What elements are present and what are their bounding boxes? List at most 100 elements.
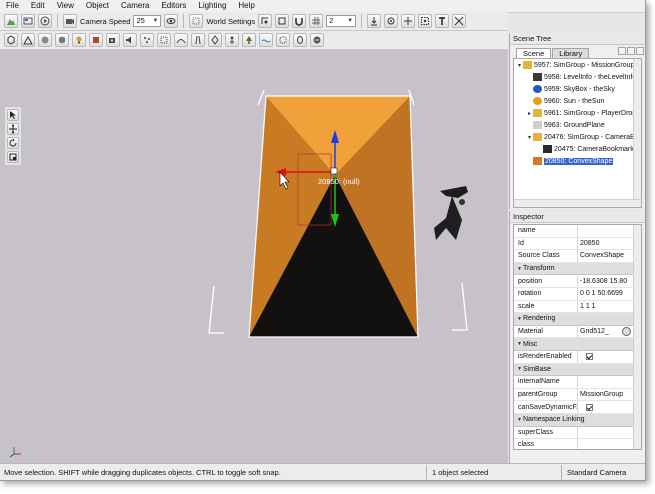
create-light-button[interactable] <box>72 33 86 47</box>
scene-tree-vertical-scrollbar[interactable] <box>633 59 641 207</box>
lock-icon[interactable] <box>627 47 635 55</box>
scene-tree-item[interactable]: 5960: Sun - theSun <box>514 95 641 107</box>
select-tool-button[interactable] <box>7 109 19 121</box>
object-center-button[interactable] <box>384 14 399 28</box>
collapse-icon[interactable]: ▼ <box>516 341 523 347</box>
snap-magnet-button[interactable] <box>292 14 307 28</box>
material-picker-icon[interactable] <box>622 327 631 337</box>
create-water-button[interactable] <box>259 33 273 47</box>
create-box-button[interactable] <box>4 33 18 47</box>
create-sound-button[interactable] <box>123 33 137 47</box>
inspector-section-header[interactable]: ▼ Transform <box>514 262 641 276</box>
inspector-section-header[interactable]: ▼ Rendering <box>514 313 641 326</box>
world-settings-button[interactable] <box>189 14 204 28</box>
scene-viewport[interactable]: 20850: (null) <box>0 50 508 463</box>
grid-snap-button[interactable] <box>309 14 324 28</box>
collapse-icon[interactable]: ▼ <box>516 366 523 372</box>
viewport-canvas[interactable] <box>0 50 508 463</box>
text-labels-button[interactable] <box>435 14 450 28</box>
create-camera-button[interactable] <box>106 33 120 47</box>
property-value[interactable]: 1 1 1 <box>578 301 641 313</box>
menu-camera[interactable]: Camera <box>115 0 155 12</box>
create-waypoint-button[interactable] <box>208 33 222 47</box>
inspector-vertical-scrollbar[interactable] <box>633 225 641 449</box>
property-checkbox[interactable] <box>586 403 593 411</box>
create-spawn-button[interactable] <box>225 33 239 47</box>
property-value[interactable] <box>578 225 641 237</box>
scene-tree-item[interactable]: 5958: LevelInfo - theLevelInfo <box>514 71 641 83</box>
expand-toggle-icon[interactable]: ▾ <box>516 62 523 69</box>
move-tool-button[interactable] <box>7 123 19 135</box>
property-value[interactable] <box>578 439 641 449</box>
selection-box-button[interactable] <box>418 14 433 28</box>
world-transform-button[interactable] <box>401 14 416 28</box>
expand-toggle-icon[interactable]: ▸ <box>526 110 533 117</box>
collapse-icon[interactable]: ▼ <box>516 417 523 423</box>
play-game-button[interactable] <box>38 14 52 28</box>
expand-toggle-icon[interactable]: ▾ <box>526 134 533 141</box>
create-path-button[interactable] <box>174 33 188 47</box>
property-value[interactable]: 20850 <box>578 238 641 250</box>
new-folder-icon[interactable] <box>618 47 626 55</box>
create-sphere-button[interactable] <box>38 33 52 47</box>
inspector-section-header[interactable]: ▼ SimBase <box>514 363 641 377</box>
scene-tree-horizontal-scrollbar[interactable] <box>514 199 641 207</box>
scene-tree-item[interactable]: ▸ 5961: SimGroup - PlayerDropPo <box>514 107 641 119</box>
create-terrain-button[interactable] <box>21 33 35 47</box>
menu-view[interactable]: View <box>51 0 80 12</box>
create-decal-button[interactable] <box>157 33 171 47</box>
property-checkbox-cell[interactable] <box>578 351 641 363</box>
property-value[interactable]: ConvexShape <box>578 250 641 262</box>
camera-speed-dropdown[interactable]: 25 ▼ <box>133 15 162 27</box>
world-editor-button[interactable] <box>4 14 18 28</box>
property-value[interactable]: -18.6308 15.80 <box>578 275 641 287</box>
scene-tree-item[interactable]: 5963: GroundPlane <box>514 119 641 131</box>
menu-object[interactable]: Object <box>80 0 115 12</box>
visibility-button[interactable] <box>164 14 179 28</box>
property-value[interactable] <box>578 427 641 439</box>
property-value[interactable] <box>578 376 641 388</box>
gizmo-center-handle[interactable] <box>330 167 338 175</box>
rotate-tool-button[interactable] <box>7 137 19 149</box>
scene-tree-item[interactable]: ▾ 20476: SimGroup - CameraBoo <box>514 131 641 143</box>
menu-file[interactable]: File <box>0 0 25 12</box>
gui-editor-button[interactable] <box>21 14 35 28</box>
property-value[interactable]: Grid512_ <box>578 326 641 338</box>
scene-tree-item[interactable]: 20475: CameraBookmark [N <box>514 143 641 155</box>
menu-edit[interactable]: Edit <box>25 0 51 12</box>
scene-tree-item[interactable]: 5959: SkyBox - theSky <box>514 83 641 95</box>
fit-view-button[interactable] <box>452 14 467 28</box>
menu-help[interactable]: Help <box>232 0 260 12</box>
property-checkbox[interactable] <box>586 353 593 361</box>
camera-bookmark-object-icon[interactable] <box>434 186 468 240</box>
scene-tree-item[interactable]: ▾ 5957: SimGroup - MissionGroup <box>514 59 641 71</box>
inspector-section-header[interactable]: ▼ Namespace Linking <box>514 413 641 427</box>
property-value[interactable]: MissionGroup <box>578 389 641 401</box>
create-forest-button[interactable] <box>242 33 256 47</box>
snap-to-object-button[interactable] <box>258 14 273 28</box>
object-box-button[interactable] <box>275 14 290 28</box>
delete-icon[interactable] <box>636 47 644 55</box>
create-road-button[interactable] <box>191 33 205 47</box>
create-shape-button[interactable] <box>55 33 69 47</box>
collapse-icon[interactable]: ▼ <box>516 266 523 272</box>
menu-editors[interactable]: Editors <box>155 0 192 12</box>
inspector-section-header[interactable]: ▼ Misc <box>514 338 641 351</box>
create-zone-button[interactable] <box>276 33 290 47</box>
menu-lighting[interactable]: Lighting <box>192 0 232 12</box>
camera-speed-icon-button[interactable] <box>63 14 77 28</box>
create-trigger-button[interactable] <box>89 33 103 47</box>
scene-tree-item[interactable]: 20850: ConvexShape <box>514 155 641 167</box>
skybox-icon <box>533 85 542 93</box>
create-portal-button[interactable] <box>293 33 307 47</box>
create-occluder-button[interactable] <box>310 33 324 47</box>
property-checkbox-cell[interactable] <box>578 401 641 413</box>
drop-at-camera-button[interactable] <box>367 14 382 28</box>
property-value[interactable]: 0 0 1 50.6699 <box>578 288 641 300</box>
scene-tree-list[interactable]: ▾ 5957: SimGroup - MissionGroup 5958: Leve… <box>513 58 642 208</box>
scale-tool-button[interactable] <box>7 151 19 163</box>
inspector-property-grid[interactable]: name Id 20850 Source Class ConvexShape ▼ Trans… <box>513 224 642 450</box>
collapse-icon[interactable]: ▼ <box>516 316 523 322</box>
grid-size-dropdown[interactable]: 2 ▼ <box>326 15 357 27</box>
create-particle-button[interactable] <box>140 33 154 47</box>
